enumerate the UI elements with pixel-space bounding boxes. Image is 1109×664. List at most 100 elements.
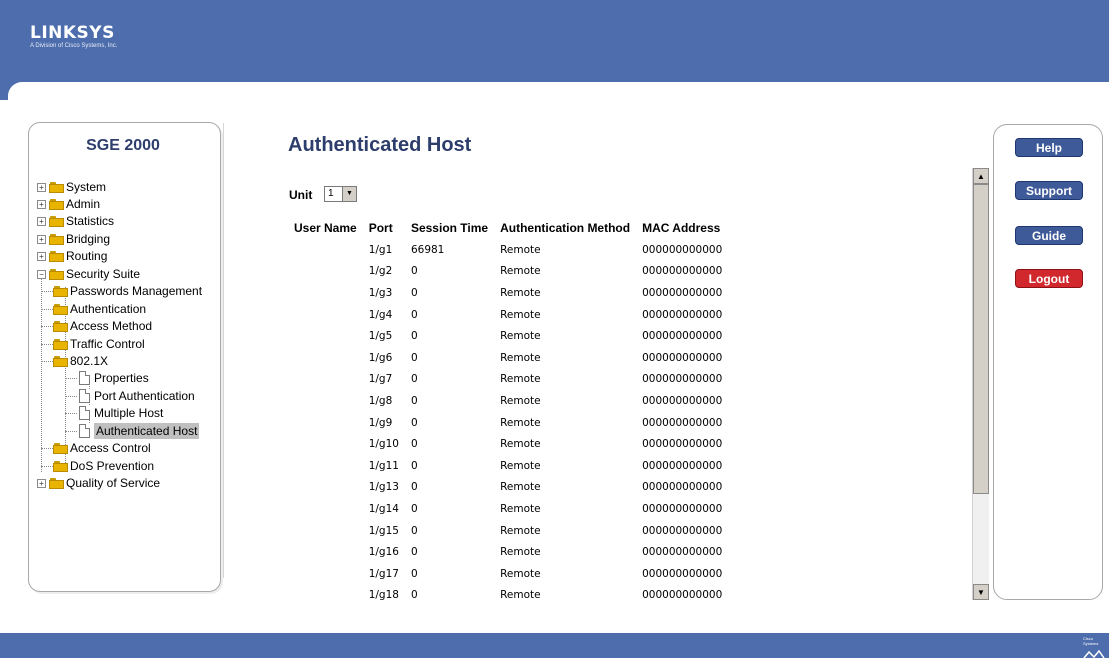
table-cell: 000000000000 bbox=[642, 394, 723, 407]
table-cell: 000000000000 bbox=[642, 589, 723, 600]
unit-select[interactable]: 1 ▼ bbox=[324, 186, 357, 202]
guide-button[interactable]: Guide bbox=[1015, 226, 1083, 245]
nav-item-label: Authenticated Host bbox=[94, 423, 200, 439]
navigation-panel: SGE 2000 + System + Admin + Statistics + Bridgi… bbox=[28, 122, 224, 592]
table-cell: 1/g14 bbox=[368, 502, 399, 515]
panel-divider bbox=[223, 123, 224, 578]
plus-box-icon[interactable]: + bbox=[37, 235, 46, 244]
help-button[interactable]: Help bbox=[1015, 138, 1083, 157]
table-cell: 1/g1 bbox=[368, 243, 393, 256]
plus-box-icon[interactable]: + bbox=[37, 183, 46, 192]
table-cell: 0 bbox=[410, 589, 418, 600]
plus-box-icon[interactable]: + bbox=[37, 217, 46, 226]
nav-item-traffic-control[interactable]: Traffic Control bbox=[29, 336, 219, 352]
nav-item-multiple-host[interactable]: Multiple Host bbox=[29, 405, 219, 421]
nav-item-security-suite[interactable]: − Security Suite bbox=[29, 266, 219, 282]
nav-item-label: Traffic Control bbox=[70, 337, 145, 351]
nav-item-dos-prevention[interactable]: DoS Prevention bbox=[29, 458, 219, 474]
table-cell: Remote bbox=[500, 308, 541, 321]
table-cell bbox=[288, 433, 363, 455]
table-cell: 1/g18 bbox=[368, 589, 399, 600]
main-panel: Unit 1 ▼ User Name Port Session Time Authen… bbox=[280, 168, 989, 600]
table-cell: 1/g9 bbox=[368, 416, 393, 429]
scroll-thumb[interactable] bbox=[973, 184, 989, 494]
utility-panel: Help Support Guide Logout bbox=[993, 124, 1103, 600]
table-cell: 0 bbox=[410, 459, 418, 472]
table-row: 1/g13 0 Remote 000000000000 bbox=[288, 477, 728, 499]
nav-item-access-method[interactable]: Access Method bbox=[29, 318, 219, 334]
table-row: 1/g7 0 Remote 000000000000 bbox=[288, 369, 728, 391]
nav-item-access-control[interactable]: Access Control bbox=[29, 440, 219, 456]
table-row: 1/g4 0 Remote 000000000000 bbox=[288, 304, 728, 326]
table-cell bbox=[288, 347, 363, 369]
table-cell: 0 bbox=[410, 416, 418, 429]
folder-icon bbox=[53, 356, 68, 367]
nav-item-bridging[interactable]: + Bridging bbox=[29, 231, 219, 247]
table-row: 1/g10 0 Remote 000000000000 bbox=[288, 433, 728, 455]
nav-item-admin[interactable]: + Admin bbox=[29, 196, 219, 212]
folder-icon bbox=[53, 461, 68, 472]
scroll-up-arrow-icon[interactable]: ▲ bbox=[973, 168, 989, 184]
table-cell: 0 bbox=[410, 308, 418, 321]
table-cell bbox=[288, 412, 363, 434]
table-cell bbox=[288, 563, 363, 585]
tree-connector bbox=[65, 413, 77, 414]
nav-item-properties[interactable]: Properties bbox=[29, 370, 219, 386]
column-header: Session Time bbox=[410, 221, 489, 235]
table-cell: 0 bbox=[410, 546, 418, 559]
tree-connector bbox=[41, 291, 53, 292]
table-cell: 1/g8 bbox=[368, 394, 393, 407]
table-cell: Remote bbox=[500, 373, 541, 386]
table-cell: Remote bbox=[500, 589, 541, 600]
table-cell: 000000000000 bbox=[642, 373, 723, 386]
table-header-row: User Name Port Session Time Authentication … bbox=[288, 217, 728, 239]
support-button[interactable]: Support bbox=[1015, 181, 1083, 200]
table-cell: Remote bbox=[500, 265, 541, 278]
folder-icon bbox=[49, 251, 64, 262]
vertical-scrollbar[interactable]: ▲ ▼ bbox=[972, 168, 989, 600]
table-cell: 0 bbox=[410, 330, 418, 343]
table-cell: 0 bbox=[410, 351, 418, 364]
nav-item-port-authentication[interactable]: Port Authentication bbox=[29, 388, 219, 404]
nav-item-authentication[interactable]: Authentication bbox=[29, 301, 219, 317]
table-cell: 0 bbox=[410, 567, 418, 580]
table-cell: 000000000000 bbox=[642, 567, 723, 580]
table-cell: 000000000000 bbox=[642, 416, 723, 429]
folder-icon bbox=[49, 216, 64, 227]
table-cell: Remote bbox=[500, 502, 541, 515]
plus-box-icon[interactable]: + bbox=[37, 252, 46, 261]
table-cell: Remote bbox=[500, 243, 541, 256]
plus-box-icon[interactable]: + bbox=[37, 200, 46, 209]
linksys-logo: LINKSYS A Division of Cisco Systems, Inc… bbox=[30, 24, 170, 64]
logout-button[interactable]: Logout bbox=[1015, 269, 1083, 288]
page-icon bbox=[79, 406, 90, 420]
nav-item-quality-of-service[interactable]: + Quality of Service bbox=[29, 475, 219, 491]
nav-item-system[interactable]: + System bbox=[29, 179, 219, 195]
table-cell: 1/g17 bbox=[368, 567, 399, 580]
nav-item-authenticated-host[interactable]: Authenticated Host bbox=[29, 423, 219, 439]
folder-icon bbox=[49, 199, 64, 210]
nav-item-802-1x[interactable]: 802.1X bbox=[29, 353, 219, 369]
nav-item-label: Properties bbox=[94, 371, 149, 385]
table-cell: 1/g10 bbox=[368, 438, 399, 451]
nav-item-passwords-management[interactable]: Passwords Management bbox=[29, 283, 219, 299]
table-cell: Remote bbox=[500, 351, 541, 364]
tree-connector bbox=[41, 344, 53, 345]
table-row: 1/g14 0 Remote 000000000000 bbox=[288, 498, 728, 520]
folder-icon bbox=[53, 304, 68, 315]
nav-item-routing[interactable]: + Routing bbox=[29, 248, 219, 264]
footer-bar: Cisco Systems bbox=[0, 633, 1109, 659]
table-cell: 000000000000 bbox=[642, 481, 723, 494]
nav-item-label: Security Suite bbox=[66, 267, 141, 281]
chevron-down-icon[interactable]: ▼ bbox=[342, 187, 356, 201]
plus-box-icon[interactable]: + bbox=[37, 479, 46, 488]
minus-box-icon[interactable]: − bbox=[37, 270, 46, 279]
table-cell: Remote bbox=[500, 286, 541, 299]
scroll-down-arrow-icon[interactable]: ▼ bbox=[973, 584, 989, 600]
folder-icon bbox=[49, 269, 64, 280]
table-cell: 1/g15 bbox=[368, 524, 399, 537]
nav-item-label: Statistics bbox=[66, 214, 115, 228]
table-cell: 1/g5 bbox=[368, 330, 393, 343]
nav-item-statistics[interactable]: + Statistics bbox=[29, 213, 219, 229]
tree-connector bbox=[65, 431, 77, 432]
